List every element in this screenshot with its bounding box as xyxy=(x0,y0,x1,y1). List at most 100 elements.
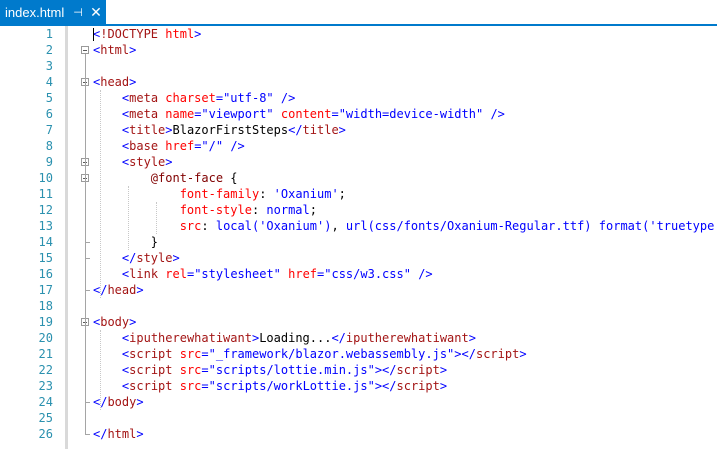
code-line[interactable]: 18 xyxy=(0,298,717,314)
code-line[interactable]: 3 xyxy=(0,58,717,74)
line-number: 2 xyxy=(45,43,53,57)
code-token: > xyxy=(129,315,137,329)
line-number: 16 xyxy=(38,267,53,281)
fold-region-end xyxy=(85,258,90,259)
line-number: 19 xyxy=(38,315,53,329)
code-token: ="/" xyxy=(194,139,224,153)
code-token: > xyxy=(136,427,144,441)
code-token: : xyxy=(259,187,274,201)
code-line[interactable]: 10 @font-face { xyxy=(0,170,717,186)
code-token: </ xyxy=(331,331,346,345)
line-code: <script src="_framework/blazor.webassemb… xyxy=(93,346,527,362)
code-token: format('truetype') xyxy=(598,219,717,233)
code-line[interactable]: 5 <meta charset="utf-8" /> xyxy=(0,90,717,106)
line-code: font-style: normal; xyxy=(93,202,317,218)
code-line[interactable]: 16 <link rel="stylesheet" href="css/w3.c… xyxy=(0,266,717,282)
fold-toggle-icon[interactable] xyxy=(81,46,89,54)
code-line[interactable]: 17 </head> xyxy=(0,282,717,298)
fold-region-end xyxy=(85,290,90,291)
line-code: } xyxy=(93,234,158,250)
code-token: 'Oxanium' xyxy=(273,187,339,201)
code-editor[interactable]: 1 <!DOCTYPE html> 2 <html> 3 4 <head> 5 <meta c… xyxy=(0,26,717,449)
code-token: : xyxy=(201,219,216,233)
code-line[interactable]: 9 <style> xyxy=(0,154,717,170)
indent-guide xyxy=(156,202,157,234)
code-token: font-style xyxy=(179,203,252,217)
line-code: <script src="scripts/lottie.min.js"></sc… xyxy=(93,362,447,378)
pin-icon[interactable]: ⊣ xyxy=(71,6,85,19)
code-line[interactable]: 4 <head> xyxy=(0,74,717,90)
code-line[interactable]: 24 </body> xyxy=(0,394,717,410)
line-number: 7 xyxy=(45,123,53,137)
code-token: ="css/w3.css" xyxy=(317,267,411,281)
code-token: ="scripts/workLottie.js" xyxy=(201,379,375,393)
line-code: <iputherewhatiwant>Loading...</iputherew… xyxy=(93,330,476,346)
code-token: html xyxy=(165,27,195,41)
code-line[interactable]: 13 src: local('Oxanium'), url(css/fonts/… xyxy=(0,218,717,234)
code-token: ; xyxy=(338,187,346,201)
code-token: > xyxy=(129,43,137,57)
code-line[interactable]: 8 <base href="/" /> xyxy=(0,138,717,154)
line-number: 4 xyxy=(45,75,53,89)
fold-region-line xyxy=(85,182,86,242)
code-token: content xyxy=(280,107,332,121)
code-line[interactable]: 11 font-family: 'Oxanium'; xyxy=(0,186,717,202)
code-token: Loading... xyxy=(259,331,332,345)
line-code: @font-face { xyxy=(93,170,238,186)
code-token: ></ xyxy=(454,347,476,361)
code-token: head xyxy=(107,283,137,297)
code-line[interactable]: 14 } xyxy=(0,234,717,250)
code-token: head xyxy=(100,75,130,89)
code-line[interactable]: 15 </style> xyxy=(0,250,717,266)
code-token: > xyxy=(129,75,137,89)
code-token: body xyxy=(100,315,130,329)
code-token: { xyxy=(223,171,238,185)
line-number: 1 xyxy=(45,27,53,41)
code-line[interactable]: 12 font-style: normal; xyxy=(0,202,717,218)
code-token: /> xyxy=(490,107,505,121)
code-line[interactable]: 25 xyxy=(0,410,717,426)
code-line[interactable]: 21 <script src="_framework/blazor.webass… xyxy=(0,346,717,362)
code-line[interactable]: 7 <title>BlazorFirstSteps</title> xyxy=(0,122,717,138)
tab-index-html[interactable]: index.html ⊣ ✕ xyxy=(0,0,106,24)
text-caret xyxy=(93,28,94,41)
code-line[interactable]: 1 <!DOCTYPE html> xyxy=(0,26,717,42)
close-icon[interactable]: ✕ xyxy=(89,4,103,21)
code-token: url(css/fonts/Oxanium-Regular.ttf) xyxy=(345,219,592,233)
code-token: title xyxy=(302,123,339,137)
fold-region-end xyxy=(85,402,90,403)
document-tab-strip: index.html ⊣ ✕ xyxy=(0,0,717,26)
code-token: src xyxy=(179,219,202,233)
line-code: src: local('Oxanium'), url(css/fonts/Oxa… xyxy=(93,218,717,234)
code-token: , xyxy=(331,219,346,233)
line-number: 17 xyxy=(38,283,53,297)
code-line[interactable]: 20 <iputherewhatiwant>Loading...</iputhe… xyxy=(0,330,717,346)
code-token: src xyxy=(179,379,202,393)
code-token: </ xyxy=(121,251,137,265)
code-line[interactable]: 26 </html> xyxy=(0,426,717,442)
code-token: </ xyxy=(288,123,303,137)
code-line[interactable]: 23 <script src="scripts/workLottie.js"><… xyxy=(0,378,717,394)
code-line[interactable]: 2 <html> xyxy=(0,42,717,58)
code-line[interactable]: 19 <body> xyxy=(0,314,717,330)
line-number: 21 xyxy=(38,347,53,361)
code-token: html xyxy=(107,427,137,441)
line-code: <style> xyxy=(93,154,173,170)
code-token: meta xyxy=(129,91,159,105)
line-number: 23 xyxy=(38,379,53,393)
code-line[interactable]: 6 <meta name="viewport" content="width=d… xyxy=(0,106,717,122)
code-token: : xyxy=(251,203,267,217)
code-token: charset xyxy=(165,91,216,105)
line-number: 6 xyxy=(45,107,53,121)
code-token: ="width=device-width" xyxy=(331,107,484,121)
line-code: font-family: 'Oxanium'; xyxy=(93,186,346,202)
code-line[interactable]: 22 <script src="scripts/lottie.min.js"><… xyxy=(0,362,717,378)
code-token: src xyxy=(179,363,202,377)
